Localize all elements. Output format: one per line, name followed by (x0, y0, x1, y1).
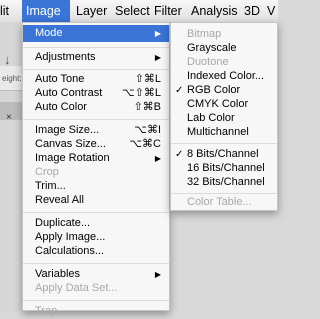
menu-view[interactable]: V (267, 0, 275, 22)
submenu-item-duotone: Duotone (187, 56, 229, 68)
submenu-arrow-icon: ▶ (154, 154, 161, 163)
submenu-item-color-table: Color Table... (187, 196, 252, 208)
menu-analysis[interactable]: Analysis (191, 0, 238, 22)
menu-filter[interactable]: Filter (154, 0, 182, 22)
height-label: eight: (2, 74, 22, 83)
checkmark-icon: ✓ (175, 85, 184, 96)
menu-item-mode[interactable]: Mode ▶ (23, 25, 169, 42)
menu-item-calculations[interactable]: Calculations... (23, 244, 169, 259)
menu-item-duplicate[interactable]: Duplicate... (23, 216, 169, 231)
submenu-arrow-icon: ▶ (154, 270, 161, 279)
menu-item-trap: Trap... (35, 305, 67, 317)
menu-item-apply-data-set: Apply Data Set... (35, 282, 118, 294)
submenu-item-bitmap: Bitmap (187, 28, 222, 40)
menu-layer[interactable]: Layer (76, 0, 107, 22)
menu-edit[interactable]: lit (0, 0, 22, 22)
submenu-item-cmyk-color[interactable]: CMYK Color (171, 97, 277, 112)
menu-item-variables[interactable]: Variables ▶ (23, 267, 169, 282)
shortcut: ⌥⌘C (129, 138, 161, 150)
checkmark-icon: ✓ (175, 149, 184, 160)
menu-item-adjustments[interactable]: Adjustments ▶ (23, 50, 169, 65)
submenu-item-multichannel[interactable]: Multichannel (171, 125, 277, 140)
menu-separator (23, 300, 169, 301)
shortcut: ⇧⌘B (133, 101, 161, 113)
tab-close-icon[interactable]: × (6, 112, 12, 123)
menu-3d[interactable]: 3D (244, 0, 260, 22)
menu-item-crop: Crop (35, 166, 59, 178)
image-menu: Mode ▶ Adjustments ▶ Auto Tone ⇧⌘L Auto … (22, 22, 170, 317)
menu-separator (23, 212, 169, 213)
background-panel: ↓ eight: × (0, 22, 22, 311)
menu-separator (171, 193, 277, 194)
submenu-item-indexed-color[interactable]: Indexed Color... (171, 69, 277, 84)
menu-separator (23, 119, 169, 120)
submenu-item-8-bits[interactable]: ✓ 8 Bits/Channel (171, 147, 277, 162)
submenu-item-16-bits[interactable]: 16 Bits/Channel (171, 161, 277, 176)
submenu-arrow-icon: ▶ (154, 53, 161, 62)
submenu-item-lab-color[interactable]: Lab Color (171, 111, 277, 126)
shortcut: ⇧⌘L (134, 73, 161, 85)
menu-bar: lit Image Layer Select Filter Analysis 3… (0, 0, 278, 23)
submenu-item-rgb-color[interactable]: ✓ RGB Color (171, 83, 277, 98)
tool-icon: ↓ (4, 52, 11, 67)
menu-select[interactable]: Select (115, 0, 150, 22)
menu-item-auto-tone[interactable]: Auto Tone ⇧⌘L (23, 72, 169, 87)
menu-separator (23, 263, 169, 264)
submenu-item-32-bits[interactable]: 32 Bits/Channel (171, 175, 277, 190)
menu-item-apply-image[interactable]: Apply Image... (23, 230, 169, 245)
shortcut: ⌥⇧⌘L (121, 87, 161, 99)
menu-item-reveal-all[interactable]: Reveal All (23, 193, 169, 208)
menu-item-canvas-size[interactable]: Canvas Size... ⌥⌘C (23, 137, 169, 152)
menu-item-image-rotation[interactable]: Image Rotation ▶ (23, 151, 169, 166)
menu-separator (23, 47, 169, 48)
menu-item-auto-contrast[interactable]: Auto Contrast ⌥⇧⌘L (23, 86, 169, 101)
menu-item-trim[interactable]: Trim... (23, 179, 169, 194)
menu-separator (171, 143, 277, 144)
menu-image[interactable]: Image (22, 0, 70, 22)
menu-separator (23, 69, 169, 70)
submenu-item-grayscale[interactable]: Grayscale (171, 41, 277, 56)
menu-item-image-size[interactable]: Image Size... ⌥⌘I (23, 123, 169, 138)
shortcut: ⌥⌘I (134, 124, 161, 136)
submenu-arrow-icon: ▶ (154, 29, 161, 38)
mode-submenu: Bitmap Grayscale Duotone Indexed Color..… (170, 22, 278, 211)
menu-item-auto-color[interactable]: Auto Color ⇧⌘B (23, 100, 169, 115)
